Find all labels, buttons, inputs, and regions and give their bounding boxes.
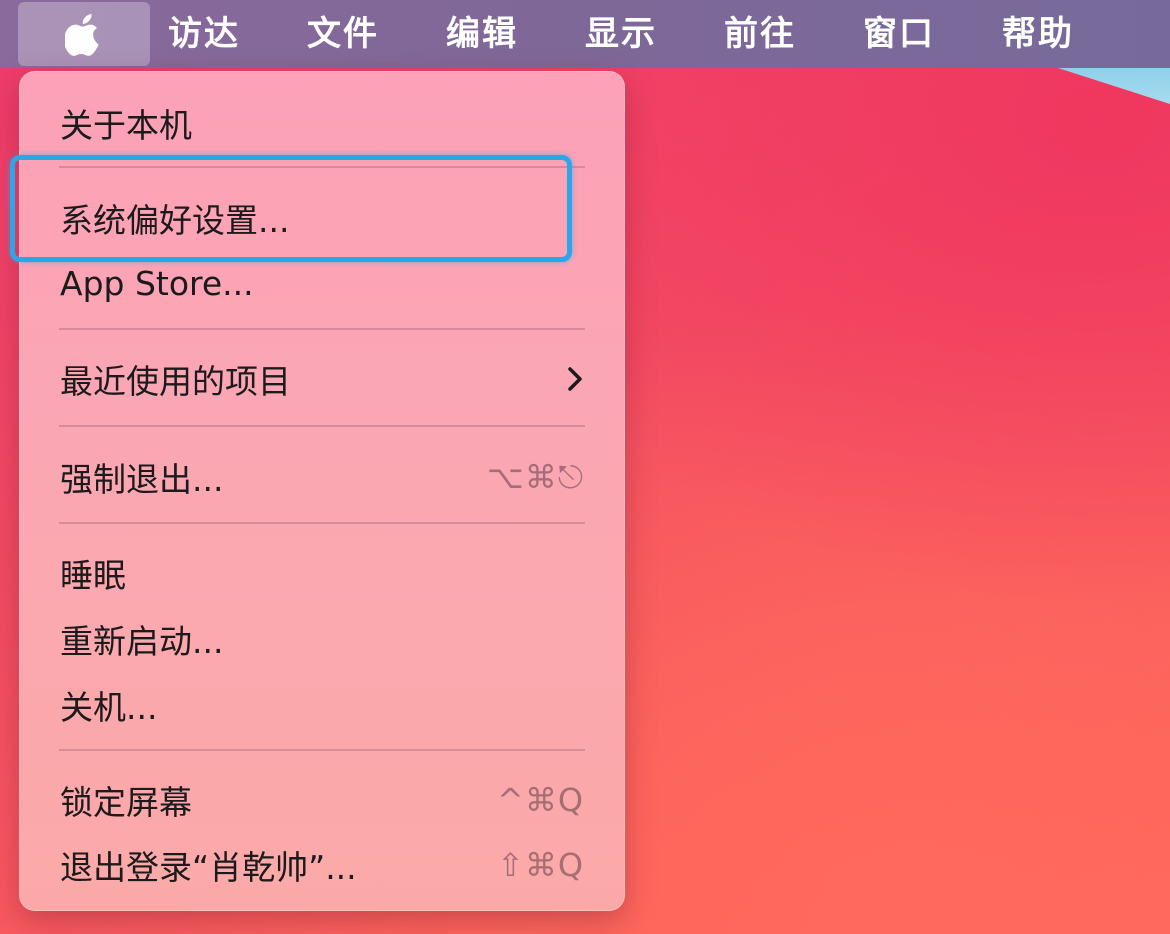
menu-item-label: 锁定屏幕: [60, 783, 192, 822]
menu-view[interactable]: 显示: [585, 0, 724, 68]
menu-item-lock-screen[interactable]: 锁定屏幕 ^⌘Q: [60, 772, 584, 828]
menu-go[interactable]: 前往: [724, 0, 863, 68]
desktop-wallpaper-corner: [1058, 68, 1170, 104]
menu-separator: [59, 425, 585, 427]
menu-item-sleep[interactable]: 睡眠: [60, 545, 584, 601]
menu-item-force-quit[interactable]: 强制退出... ⌥⌘⎋: [60, 449, 584, 505]
menu-item-label: 关机...: [60, 688, 158, 727]
menu-item-label: 退出登录“肖乾帅”...: [60, 848, 357, 887]
force-quit-shortcut: ⌥⌘⎋: [486, 457, 584, 496]
menu-item-label: 关于本机: [60, 106, 192, 145]
menu-finder[interactable]: 访达: [168, 0, 307, 68]
apple-logo-icon: [65, 14, 99, 56]
menu-item-app-store[interactable]: App Store...: [60, 255, 584, 311]
menu-item-label: 睡眠: [60, 556, 126, 595]
menu-bar: 访达 文件 编辑 显示 前往 窗口 帮助: [0, 0, 1170, 68]
menu-separator: [59, 328, 585, 330]
apple-menu-button[interactable]: [18, 2, 150, 66]
menu-item-restart[interactable]: 重新启动...: [60, 611, 584, 667]
menu-item-label: 强制退出...: [60, 460, 224, 499]
menu-bar-items: 访达 文件 编辑 显示 前往 窗口 帮助: [168, 0, 1141, 68]
menu-item-about-this-mac[interactable]: 关于本机: [60, 95, 584, 151]
menu-item-shut-down[interactable]: 关机...: [60, 677, 584, 733]
menu-item-label: 重新启动...: [60, 622, 224, 661]
menu-item-log-out[interactable]: 退出登录“肖乾帅”... ⇧⌘Q: [60, 837, 584, 893]
menu-item-label: App Store...: [60, 263, 254, 303]
menu-separator: [59, 522, 585, 524]
menu-help[interactable]: 帮助: [1002, 0, 1141, 68]
chevron-right-icon: [568, 367, 582, 391]
highlight-annotation-box: [10, 155, 572, 262]
menu-edit[interactable]: 编辑: [446, 0, 585, 68]
menu-separator: [59, 749, 585, 751]
menu-item-recent-items[interactable]: 最近使用的项目: [60, 351, 584, 407]
lock-screen-shortcut: ^⌘Q: [497, 781, 584, 819]
menu-file[interactable]: 文件: [307, 0, 446, 68]
log-out-shortcut: ⇧⌘Q: [497, 846, 584, 884]
menu-window[interactable]: 窗口: [863, 0, 1002, 68]
menu-item-label: 最近使用的项目: [60, 362, 291, 401]
